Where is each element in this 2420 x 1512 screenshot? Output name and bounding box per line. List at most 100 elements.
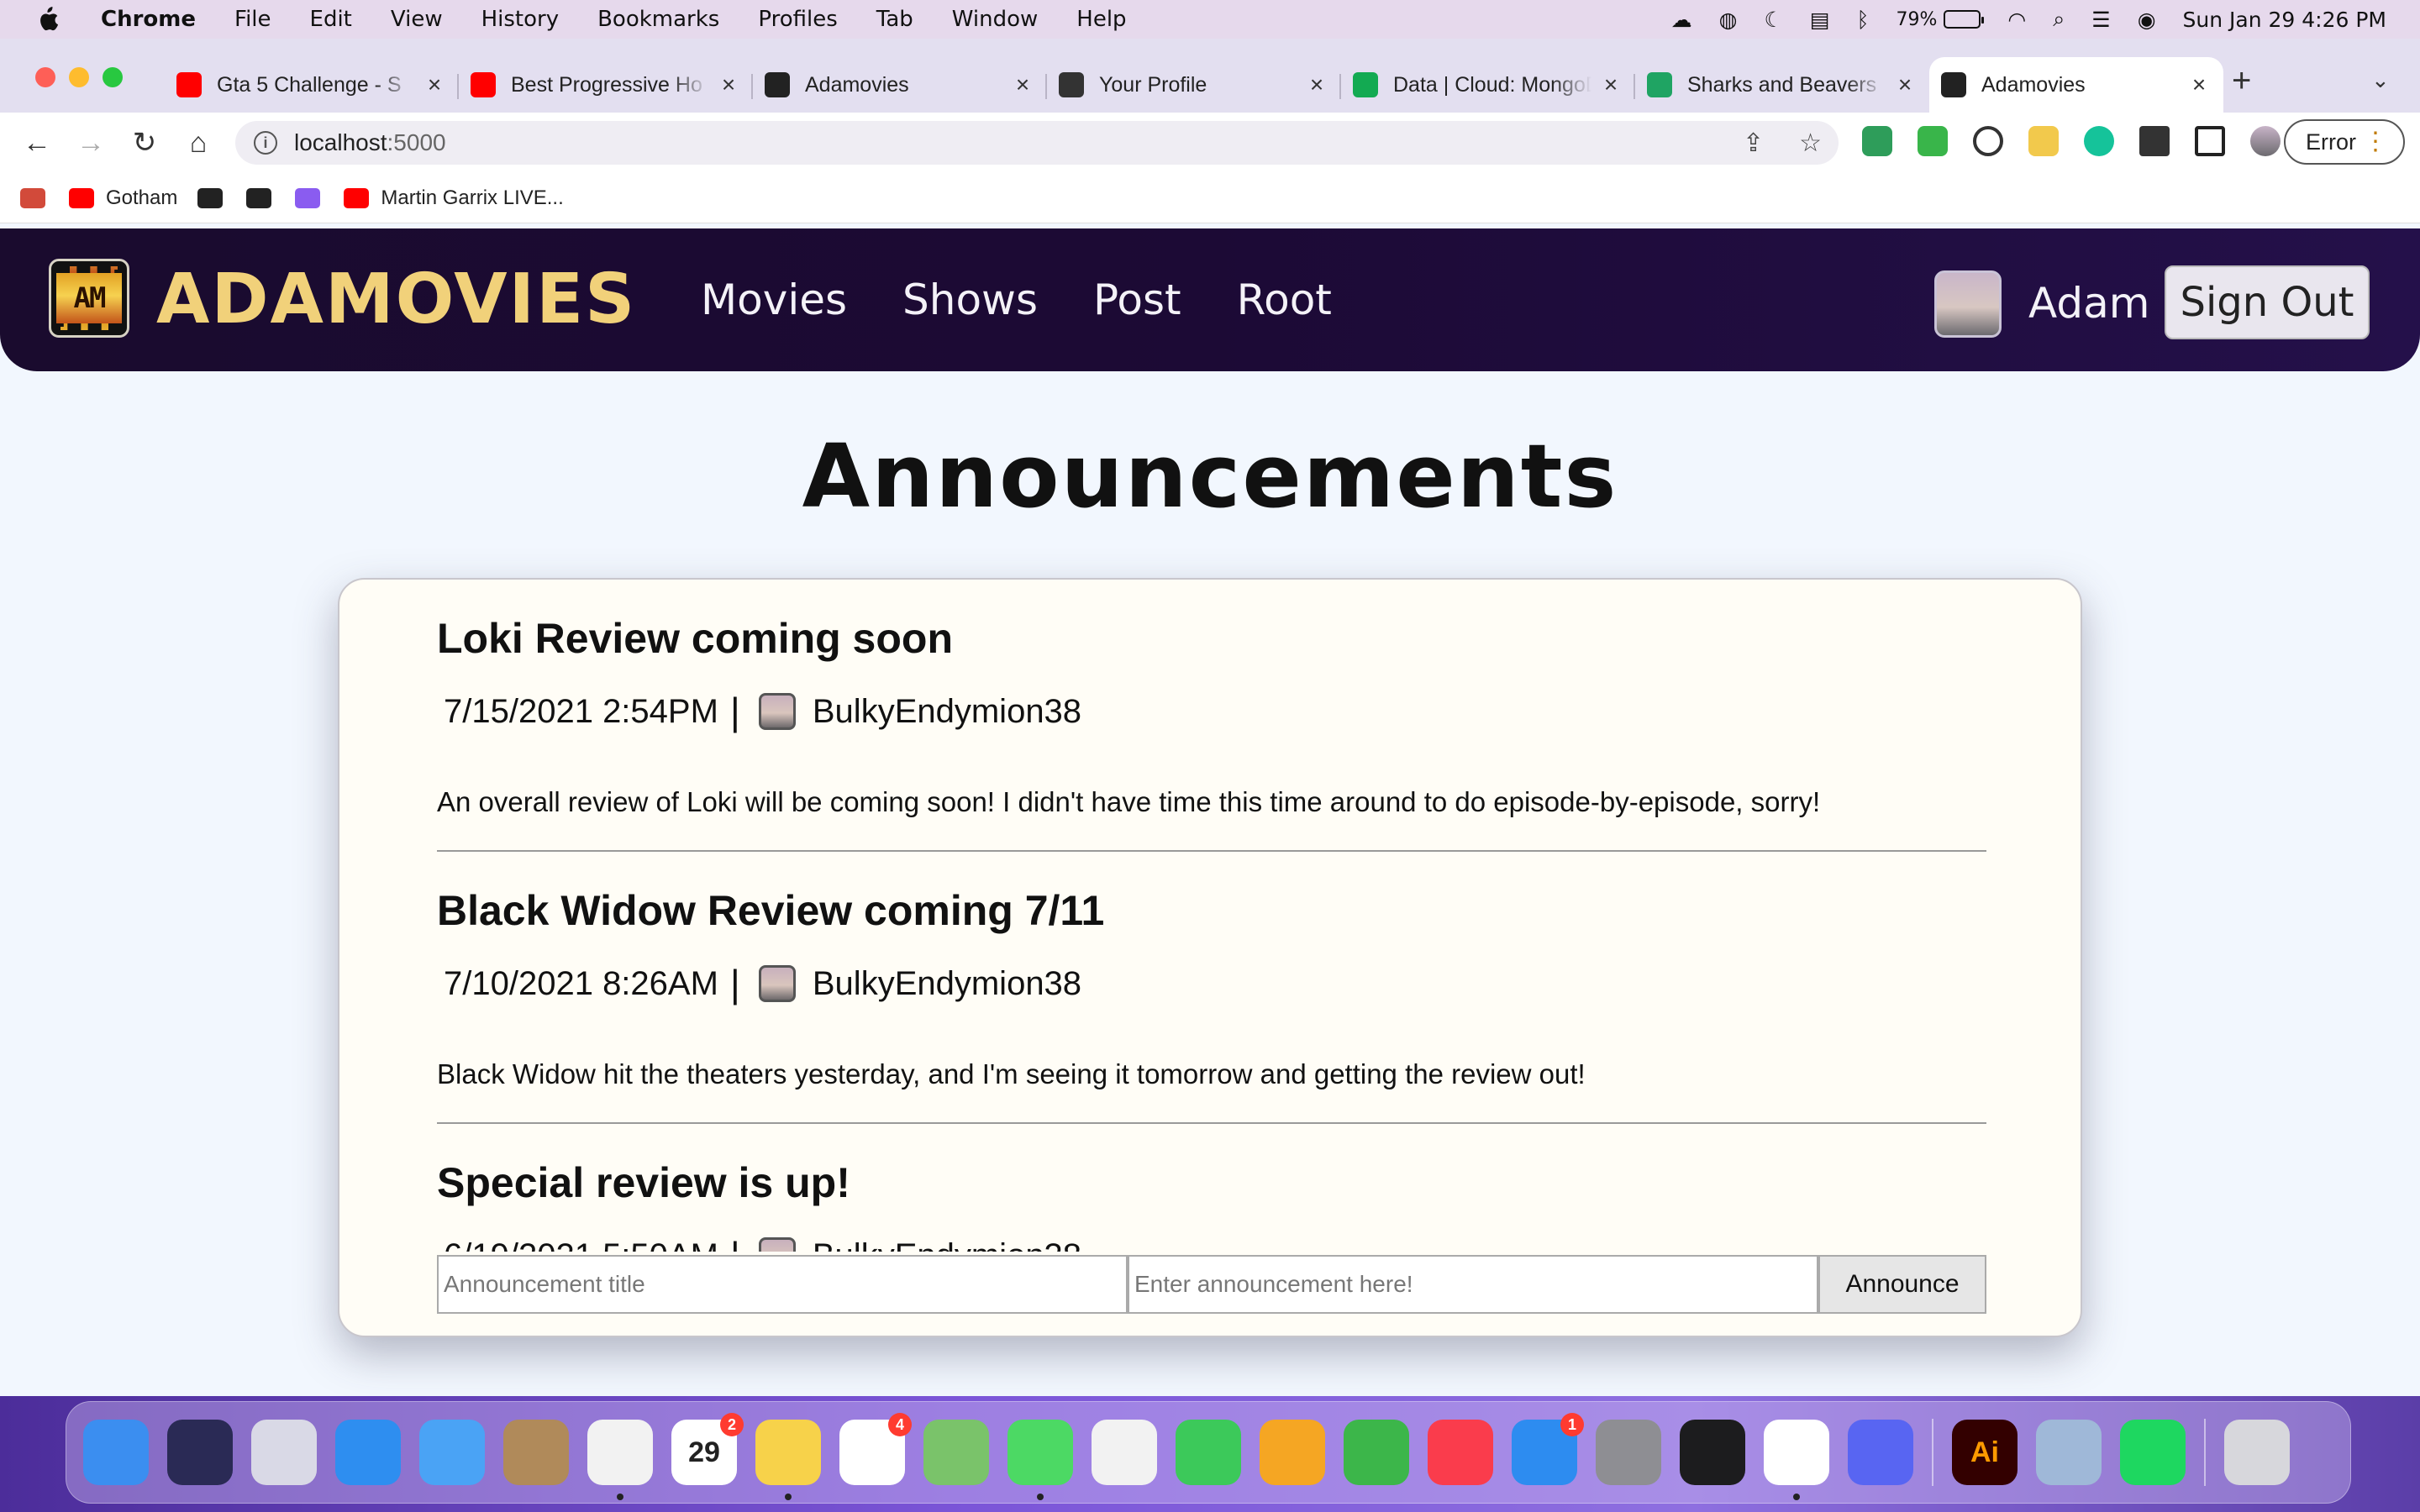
profile-error-button[interactable]: Error ⋮	[2284, 119, 2405, 165]
bookmark-item[interactable]	[295, 187, 324, 208]
tab-search-chevron-icon[interactable]: ⌄	[2371, 67, 2390, 93]
finder-icon[interactable]	[83, 1420, 149, 1485]
menu-bookmarks[interactable]: Bookmarks	[597, 7, 719, 32]
close-window-button[interactable]	[35, 67, 55, 87]
announcement-author[interactable]: BulkyEndymion38	[813, 965, 1081, 1003]
contacts-icon[interactable]	[503, 1420, 569, 1485]
illustrator-icon[interactable]: Ai	[1952, 1420, 2018, 1485]
browser-tab[interactable]: Data | Cloud: MongoDB ×	[1341, 57, 1635, 113]
minimize-window-button[interactable]	[69, 67, 89, 87]
siri-icon[interactable]	[167, 1420, 233, 1485]
siri-icon[interactable]: ◉	[2138, 8, 2156, 32]
battery-status[interactable]: 79%	[1897, 9, 1985, 30]
announcement-author[interactable]: BulkyEndymion38	[813, 1237, 1081, 1252]
system-preferences-icon[interactable]	[1596, 1420, 1661, 1485]
music-icon[interactable]	[1428, 1420, 1493, 1485]
announce-button[interactable]: Announce	[1818, 1255, 1986, 1314]
author-avatar[interactable]	[758, 1237, 796, 1252]
new-tab-plus-icon[interactable]: +	[2232, 62, 2251, 100]
nav-link-shows[interactable]: Shows	[902, 276, 1038, 324]
nav-link-movies[interactable]: Movies	[701, 276, 847, 324]
bluetooth-icon[interactable]: ᛒ	[1857, 8, 1870, 32]
home-icon[interactable]: ⌂	[182, 126, 215, 160]
browser-tab[interactable]: Sharks and Beavers ×	[1635, 57, 1929, 113]
photos-icon[interactable]	[1092, 1420, 1157, 1485]
forward-arrow-icon[interactable]: →	[74, 126, 108, 160]
extension-notes-icon[interactable]	[2028, 126, 2059, 156]
close-tab-icon[interactable]: ×	[1600, 71, 1622, 98]
author-avatar[interactable]	[758, 965, 796, 1002]
grammarly-icon[interactable]	[2084, 126, 2114, 156]
bookmark-item[interactable]: Gotham	[69, 186, 177, 210]
preview-icon[interactable]	[2036, 1420, 2102, 1485]
extension-green-swirl-icon[interactable]	[1862, 126, 1892, 156]
reload-icon[interactable]: ↻	[128, 126, 161, 160]
bookmark-item[interactable]	[197, 187, 226, 208]
nav-link-root[interactable]: Root	[1237, 276, 1332, 324]
site-brand[interactable]: ADAMOVIES	[156, 262, 636, 338]
menu-history[interactable]: History	[481, 7, 560, 32]
user-name[interactable]: Adam	[2028, 279, 2149, 328]
close-tab-icon[interactable]: ×	[424, 71, 445, 98]
close-tab-icon[interactable]: ×	[718, 71, 739, 98]
back-arrow-icon[interactable]: ←	[20, 126, 54, 160]
spotify-icon[interactable]	[2120, 1420, 2186, 1485]
menu-edit[interactable]: Edit	[310, 7, 352, 32]
messages-icon[interactable]	[1007, 1420, 1073, 1500]
bookmark-item[interactable]: Martin Garrix LIVE...	[344, 186, 564, 210]
tab-active[interactable]: Adamovies ×	[1929, 57, 2223, 113]
side-panel-icon[interactable]	[2195, 126, 2225, 156]
trash-icon[interactable]	[2224, 1420, 2290, 1485]
browser-tab[interactable]: Adamovies ×	[753, 57, 1047, 113]
pages-icon[interactable]	[1260, 1420, 1325, 1485]
control-center-icon[interactable]: ☰	[2091, 8, 2110, 32]
announcement-body-input[interactable]	[1128, 1255, 1818, 1314]
profile-avatar-icon[interactable]	[2250, 126, 2281, 156]
close-tab-icon[interactable]: ×	[1894, 71, 1916, 98]
browser-tab[interactable]: Best Progressive Ho ×	[459, 57, 753, 113]
close-tab-icon[interactable]: ×	[2188, 71, 2210, 98]
menu-view[interactable]: View	[391, 7, 443, 32]
address-bar[interactable]: i localhost:5000 ⇪ ☆	[235, 121, 1839, 165]
nav-link-post[interactable]: Post	[1093, 276, 1181, 324]
share-icon[interactable]: ⇪	[1743, 129, 1764, 158]
extensions-puzzle-icon[interactable]	[2139, 126, 2170, 156]
bookmark-item[interactable]	[246, 187, 275, 208]
announcement-author[interactable]: BulkyEndymion38	[813, 693, 1081, 731]
vpn-globe-icon[interactable]: ◍	[1719, 8, 1738, 32]
numbers-icon[interactable]	[1344, 1420, 1409, 1485]
more-menu-icon[interactable]: ⋮	[2363, 129, 2388, 155]
menu-profiles[interactable]: Profiles	[758, 7, 837, 32]
bookmark-item[interactable]	[20, 187, 49, 208]
maps-icon[interactable]	[923, 1420, 989, 1485]
terminal-icon[interactable]	[1680, 1420, 1745, 1485]
author-avatar[interactable]	[758, 693, 796, 730]
menu-window[interactable]: Window	[952, 7, 1039, 32]
user-avatar[interactable]	[1934, 270, 2002, 338]
bookmark-star-icon[interactable]: ☆	[1799, 129, 1822, 158]
vscode-icon[interactable]	[1764, 1420, 1829, 1500]
notes-icon[interactable]	[755, 1420, 821, 1500]
chrome-icon[interactable]	[587, 1420, 653, 1500]
mail-icon[interactable]	[419, 1420, 485, 1485]
menu-tab[interactable]: Tab	[876, 7, 913, 32]
extension-check-icon[interactable]	[1918, 126, 1948, 156]
creative-cloud-icon[interactable]: ☁	[1671, 8, 1692, 32]
wifi-icon[interactable]: ◠	[2007, 8, 2026, 32]
apple-logo-icon[interactable]	[29, 0, 66, 39]
browser-tab[interactable]: Gta 5 Challenge - S ×	[165, 57, 459, 113]
announcements-feed[interactable]: Loki Review coming soon 7/15/2021 2:54PM |…	[437, 580, 1986, 1252]
menu-help[interactable]: Help	[1076, 7, 1126, 32]
reminders-icon[interactable]: 4	[839, 1413, 912, 1485]
announcement-title-input[interactable]	[437, 1255, 1128, 1314]
spotlight-search-icon[interactable]: ⌕	[2053, 7, 2065, 32]
menu-bar-clock[interactable]: Sun Jan 29 4:26 PM	[2183, 8, 2386, 32]
facetime-icon[interactable]	[1176, 1420, 1241, 1485]
launchpad-icon[interactable]	[251, 1420, 317, 1485]
menu-file[interactable]: File	[234, 7, 271, 32]
app-store-icon[interactable]: 1	[1512, 1413, 1584, 1485]
discord-icon[interactable]	[1848, 1420, 1913, 1485]
safari-icon[interactable]	[335, 1420, 401, 1485]
zoom-window-button[interactable]	[103, 67, 123, 87]
close-tab-icon[interactable]: ×	[1012, 71, 1034, 98]
